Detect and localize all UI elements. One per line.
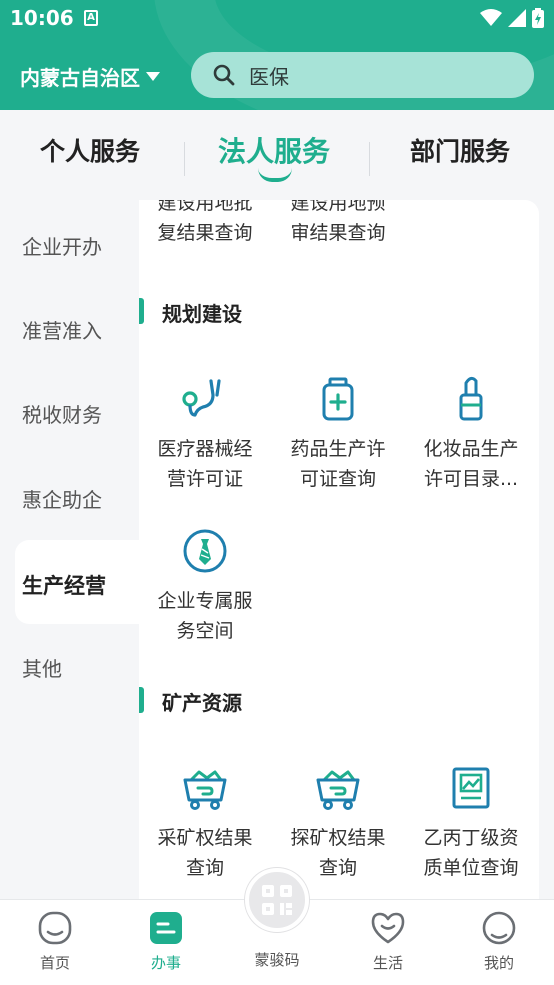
service-item-enterprise-space[interactable]: 企业专属服务空间 xyxy=(139,524,271,646)
status-bar: 10:06 A xyxy=(0,0,554,38)
notification-icon: A xyxy=(84,10,98,26)
tab-divider xyxy=(369,142,370,176)
tab-department-service[interactable]: 部门服务 xyxy=(410,132,510,168)
battery-icon xyxy=(532,8,544,28)
service-item-label: 乙丙丁级资质单位查询 xyxy=(423,827,519,879)
header: 10:06 A 内蒙古自治区 医保 xyxy=(0,0,554,110)
nav-mine[interactable]: 我的 xyxy=(459,910,539,973)
search-input[interactable]: 医保 xyxy=(249,61,289,90)
mine-cart-icon xyxy=(178,761,232,815)
category-item-other[interactable]: 其他 xyxy=(22,653,62,682)
nav-life[interactable]: 生活 xyxy=(348,910,428,973)
nav-life-label: 生活 xyxy=(372,954,403,972)
service-item-medical-device[interactable]: 医疗器械经营许可证 xyxy=(139,372,271,494)
section-title-text: 规划建设 xyxy=(162,302,242,326)
service-item-land-approval[interactable]: 建设用地批 复结果查询 xyxy=(139,200,271,248)
section-title: 规划建设 xyxy=(139,298,242,327)
certificate-icon xyxy=(444,761,498,815)
tie-icon xyxy=(178,524,232,578)
service-item-label: 探矿权结果查询 xyxy=(290,827,386,879)
mine-cart-icon xyxy=(311,761,365,815)
nav-services[interactable]: 办事 xyxy=(126,910,206,973)
service-tabs: 个人服务 法人服务 部门服务 xyxy=(0,110,554,200)
service-item-label: 采矿权结果查询 xyxy=(157,827,253,879)
nav-mine-label: 我的 xyxy=(483,954,514,972)
search-bar[interactable]: 医保 xyxy=(191,52,534,98)
heart-icon xyxy=(370,910,406,946)
active-tab-indicator xyxy=(258,168,292,182)
category-item-tax-finance[interactable]: 税收财务 xyxy=(22,399,102,428)
section-title-text: 矿产资源 xyxy=(162,691,242,715)
nav-home[interactable]: 首页 xyxy=(15,910,95,973)
category-item-business-access[interactable]: 准营准入 xyxy=(22,315,102,344)
service-panel: 建设用地批 复结果查询 建设用地预 审结果查询 规划建设 医疗器械经营许可证 药品生… xyxy=(139,200,539,900)
caret-down-icon xyxy=(146,72,160,81)
status-time: 10:06 xyxy=(10,6,74,30)
service-item-cosmetics[interactable]: 化妆品生产许可目录... xyxy=(405,372,537,494)
profile-icon xyxy=(481,910,517,946)
stethoscope-icon xyxy=(178,372,232,426)
wifi-icon xyxy=(480,9,502,26)
search-icon xyxy=(213,64,235,86)
service-item-label: 药品生产许可证查询 xyxy=(290,438,386,490)
tab-corporate-service[interactable]: 法人服务 xyxy=(218,130,330,170)
status-icons xyxy=(480,8,544,28)
service-item-label: 医疗器械经营许可证 xyxy=(157,438,253,490)
services-icon xyxy=(148,910,184,946)
service-item-mining-right[interactable]: 采矿权结果查询 xyxy=(139,761,271,883)
service-item-label: 化妆品生产许可目录... xyxy=(423,438,519,490)
nav-home-label: 首页 xyxy=(39,954,70,972)
category-item-enterprise-setup[interactable]: 企业开办 xyxy=(22,231,102,260)
service-item-label: 企业专属服务空间 xyxy=(157,590,253,642)
lipstick-icon xyxy=(444,372,498,426)
service-item-label: 建设用地预 审结果查询 xyxy=(290,200,386,244)
category-item-enterprise-support[interactable]: 惠企助企 xyxy=(22,484,102,513)
section-marker xyxy=(139,298,144,324)
section-title: 矿产资源 xyxy=(139,687,242,716)
home-icon xyxy=(37,910,73,946)
tab-divider xyxy=(184,142,185,176)
category-item-production[interactable]: 生产经营 xyxy=(22,570,106,600)
nav-services-label: 办事 xyxy=(150,954,181,972)
service-item-drug-license[interactable]: 药品生产许可证查询 xyxy=(272,372,404,494)
qr-code-icon xyxy=(262,885,292,915)
region-label: 内蒙古自治区 xyxy=(20,66,140,90)
qr-code-button[interactable] xyxy=(245,868,309,932)
nav-qr-label: 蒙骏码 xyxy=(254,951,300,969)
signal-icon xyxy=(508,9,526,27)
service-item-qualification-query[interactable]: 乙丙丁级资质单位查询 xyxy=(405,761,537,883)
medicine-bottle-icon xyxy=(311,372,365,426)
region-selector[interactable]: 内蒙古自治区 xyxy=(20,62,160,91)
service-item-label: 建设用地批 复结果查询 xyxy=(157,200,253,244)
tab-personal-service[interactable]: 个人服务 xyxy=(40,132,140,168)
section-marker xyxy=(139,687,144,713)
service-item-land-preapproval[interactable]: 建设用地预 审结果查询 xyxy=(272,200,404,248)
service-item-exploration-right[interactable]: 探矿权结果查询 xyxy=(272,761,404,883)
